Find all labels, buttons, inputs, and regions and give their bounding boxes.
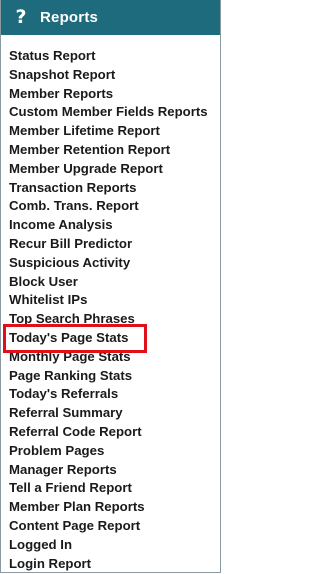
panel-title: Reports — [40, 9, 99, 26]
menu-item-member-retention-report[interactable]: Member Retention Report — [9, 141, 208, 160]
reports-panel: ? Reports Status Report Snapshot Report … — [0, 0, 221, 573]
menu-item-page-ranking-stats[interactable]: Page Ranking Stats — [9, 367, 208, 386]
reports-header: ? Reports — [1, 0, 220, 35]
menu-item-referral-code-report[interactable]: Referral Code Report — [9, 423, 208, 442]
menu-item-todays-referrals[interactable]: Today's Referrals — [9, 385, 208, 404]
question-mark-icon[interactable]: ? — [14, 7, 28, 27]
menu-item-member-lifetime-report[interactable]: Member Lifetime Report — [9, 122, 208, 141]
menu-item-login-report[interactable]: Login Report — [9, 555, 208, 574]
menu-item-whitelist-ips[interactable]: Whitelist IPs — [9, 291, 208, 310]
menu-item-monthly-page-stats[interactable]: Monthly Page Stats — [9, 348, 208, 367]
menu-item-custom-member-fields-reports[interactable]: Custom Member Fields Reports — [9, 103, 208, 122]
menu-item-referral-summary[interactable]: Referral Summary — [9, 404, 208, 423]
menu-item-member-plan-reports[interactable]: Member Plan Reports — [9, 498, 208, 517]
menu-item-block-user[interactable]: Block User — [9, 273, 208, 292]
menu-item-top-search-phrases[interactable]: Top Search Phrases — [9, 310, 208, 329]
menu-item-recur-bill-predictor[interactable]: Recur Bill Predictor — [9, 235, 208, 254]
menu-item-content-page-report[interactable]: Content Page Report — [9, 517, 208, 536]
reports-menu: Status Report Snapshot Report Member Rep… — [9, 47, 208, 573]
menu-item-manager-reports[interactable]: Manager Reports — [9, 461, 208, 480]
menu-item-logged-in[interactable]: Logged In — [9, 536, 208, 555]
menu-item-transaction-reports[interactable]: Transaction Reports — [9, 179, 208, 198]
menu-item-todays-page-stats[interactable]: Today's Page Stats — [9, 329, 208, 348]
menu-item-problem-pages[interactable]: Problem Pages — [9, 442, 208, 461]
menu-item-income-analysis[interactable]: Income Analysis — [9, 216, 208, 235]
menu-item-member-reports[interactable]: Member Reports — [9, 85, 208, 104]
menu-item-suspicious-activity[interactable]: Suspicious Activity — [9, 254, 208, 273]
menu-item-comb-trans-report[interactable]: Comb. Trans. Report — [9, 197, 208, 216]
menu-item-snapshot-report[interactable]: Snapshot Report — [9, 66, 208, 85]
menu-item-member-upgrade-report[interactable]: Member Upgrade Report — [9, 160, 208, 179]
menu-item-status-report[interactable]: Status Report — [9, 47, 208, 66]
menu-item-tell-a-friend-report[interactable]: Tell a Friend Report — [9, 479, 208, 498]
